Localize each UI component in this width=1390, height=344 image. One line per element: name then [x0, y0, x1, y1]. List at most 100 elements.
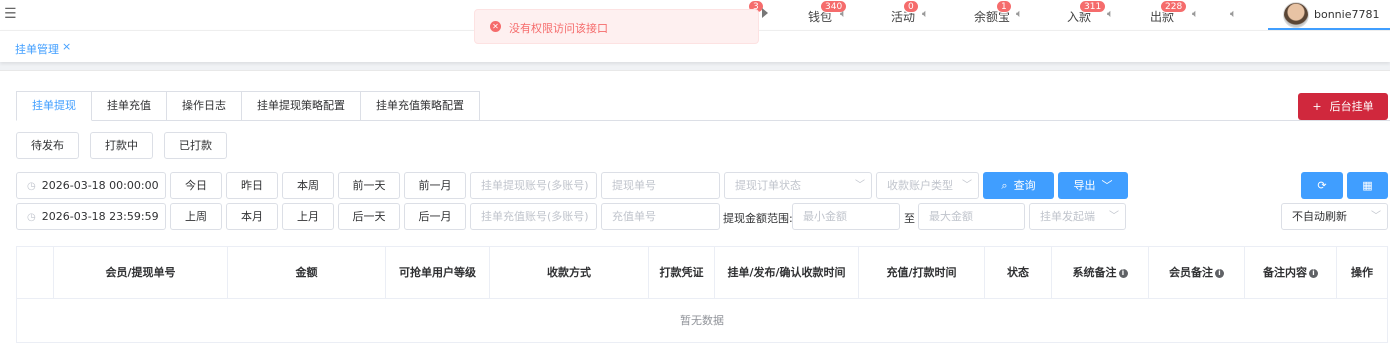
end-time-value: 2026-03-18 23:59:59 [41, 210, 159, 223]
start-time-value: 2026-03-18 00:00:00 [41, 179, 159, 192]
quick-last-week-button[interactable]: 上周 [170, 203, 222, 230]
auto-refresh-select[interactable]: 不自动刷新 ﹀ [1281, 203, 1388, 230]
tab-recharge[interactable]: 挂单充值 [92, 91, 167, 121]
table-header: 会员/提现单号 金额 可抢单用户等级 收款方式 打款凭证 挂单/发布/确认收款时… [17, 247, 1387, 299]
column-system-note: 系统备注 i [1052, 247, 1149, 299]
export-label: 导出 [1073, 179, 1096, 192]
column-note-content: 备注内容 i [1245, 247, 1337, 299]
grid-view-button[interactable]: ▦ [1347, 172, 1388, 199]
page-tab-guadan[interactable]: 挂单管理 [15, 41, 59, 57]
quick-prev-month-button[interactable]: 前一月 [404, 172, 466, 199]
column-select[interactable] [17, 247, 54, 299]
order-status-select[interactable]: 提现订单状态 ﹀ [724, 172, 872, 199]
tab-withdraw-strategy[interactable]: 挂单提现策略配置 [242, 91, 361, 121]
column-label: 金额 [295, 266, 318, 279]
quick-next-month-button[interactable]: 后一月 [404, 203, 466, 230]
column-label: 会员/提现单号 [105, 266, 176, 279]
origin-select[interactable]: 挂单发起端 ﹀ [1029, 203, 1126, 230]
column-amount: 金额 [228, 247, 386, 299]
search-button[interactable]: ⌕ 查询 [983, 172, 1054, 199]
add-order-label: 后台挂单 [1329, 100, 1374, 113]
account-type-placeholder: 收款账户类型 [887, 179, 953, 192]
clock-icon: ◷ [27, 181, 36, 192]
avatar[interactable] [1283, 2, 1309, 28]
quick-yesterday-button[interactable]: 昨日 [226, 172, 278, 199]
mute-icon[interactable]: 🔈︎ [1016, 7, 1032, 21]
notification-deposit[interactable]: 入款 311 🔈︎ [1067, 0, 1127, 24]
column-payment-method: 收款方式 [490, 247, 649, 299]
tab-bar: 挂单提现 挂单充值 操作日志 挂单提现策略配置 挂单充值策略配置 [16, 91, 480, 121]
column-status: 状态 [985, 247, 1052, 299]
close-icon[interactable]: × [62, 40, 71, 53]
quick-last-month-button[interactable]: 上月 [282, 203, 334, 230]
quick-next-day-button[interactable]: 后一天 [338, 203, 400, 230]
refresh-button[interactable]: ⟳ [1301, 172, 1343, 199]
column-label: 打款凭证 [659, 266, 704, 279]
column-label: 状态 [1007, 266, 1029, 279]
notification-badge: 311 [1079, 0, 1107, 13]
mute-icon[interactable]: 🔈︎ [840, 7, 856, 21]
quick-this-week-button[interactable]: 本周 [282, 172, 334, 199]
account-type-select[interactable]: 收款账户类型 ﹀ [876, 172, 979, 199]
column-label: 系统备注 [1072, 266, 1117, 279]
mute-icon[interactable]: 🔈︎ [1192, 7, 1208, 21]
column-member-order: 会员/提现单号 [54, 247, 228, 299]
quick-this-month-button[interactable]: 本月 [226, 203, 278, 230]
withdraw-no-input[interactable]: 提现单号 [601, 172, 720, 199]
refresh-icon: ⟳ [1317, 179, 1327, 192]
empty-state: 暂无数据 [680, 314, 724, 327]
column-label: 挂单/发布/确认收款时间 [727, 266, 846, 279]
column-label: 充值/打款时间 [886, 266, 957, 279]
column-label: 备注内容 [1263, 266, 1307, 279]
status-paid-button[interactable]: 已打款 [164, 132, 227, 159]
tab-divider [465, 120, 1390, 121]
add-order-button[interactable]: + 后台挂单 [1298, 93, 1388, 120]
column-label: 可抢单用户等级 [399, 266, 476, 279]
amount-range-label: 提现金额范围: [723, 212, 793, 225]
max-amount-input[interactable]: 最大金额 [918, 203, 1025, 230]
info-icon[interactable]: i [1309, 269, 1318, 278]
column-order-times: 挂单/发布/确认收款时间 [715, 247, 859, 299]
notification-withdraw[interactable]: 出款 228 🔈︎ [1150, 0, 1210, 24]
status-pending-button[interactable]: 待发布 [16, 132, 79, 159]
info-icon[interactable]: i [1118, 269, 1128, 278]
chevron-down-icon: ﹀ [1109, 211, 1119, 222]
export-button[interactable]: 导出 ﹀ [1058, 172, 1128, 199]
notification-wallet[interactable]: 钱包 340 🔈︎ [808, 0, 858, 24]
column-user-level: 可抢单用户等级 [386, 247, 490, 299]
end-time-input[interactable]: ◷ 2026-03-18 23:59:59 [16, 203, 166, 230]
column-recharge-time: 充值/打款时间 [859, 247, 985, 299]
close-circle-icon: ✕ [490, 21, 501, 32]
chevron-down-icon: ﹀ [1371, 211, 1381, 222]
tab-operation-log[interactable]: 操作日志 [167, 91, 242, 121]
withdraw-account-input[interactable]: 挂单提现账号(多账号) [470, 172, 597, 199]
recharge-no-input[interactable]: 充值单号 [601, 203, 720, 230]
tab-recharge-strategy[interactable]: 挂单充值策略配置 [361, 91, 480, 121]
notification-extra[interactable]: 🔈︎ [1230, 6, 1250, 24]
play-icon[interactable] [762, 8, 768, 18]
chevron-down-icon: ﹀ [855, 180, 865, 191]
quick-today-button[interactable]: 今日 [170, 172, 222, 199]
notification-yuebao[interactable]: 余额宝 1 🔈︎ [974, 0, 1034, 24]
info-icon[interactable]: i [1215, 269, 1224, 278]
plus-icon: + [1312, 100, 1322, 113]
tab-withdraw[interactable]: 挂单提现 [16, 91, 92, 121]
data-table: 会员/提现单号 金额 可抢单用户等级 收款方式 打款凭证 挂单/发布/确认收款时… [16, 246, 1388, 343]
column-payment-proof: 打款凭证 [649, 247, 715, 299]
order-status-placeholder: 提现订单状态 [735, 179, 801, 192]
menu-icon[interactable]: ☰ [4, 6, 17, 22]
origin-placeholder: 挂单发起端 [1040, 210, 1095, 223]
notification-activity[interactable]: 活动 0 🔈︎ [891, 0, 941, 24]
column-label: 会员备注 [1169, 266, 1213, 279]
recharge-account-input[interactable]: 挂单充值账号(多账号) [470, 203, 597, 230]
mute-icon[interactable]: 🔈︎ [1230, 7, 1246, 21]
status-paying-button[interactable]: 打款中 [90, 132, 153, 159]
user-menu[interactable]: bonnie7781 [1268, 0, 1390, 30]
main-card: 挂单提现 挂单充值 操作日志 挂单提现策略配置 挂单充值策略配置 + 后台挂单 待… [0, 70, 1390, 344]
min-amount-input[interactable]: 最小金额 [792, 203, 900, 230]
quick-prev-day-button[interactable]: 前一天 [338, 172, 400, 199]
clock-icon: ◷ [27, 212, 36, 223]
start-time-input[interactable]: ◷ 2026-03-18 00:00:00 [16, 172, 166, 199]
mute-icon[interactable]: 🔈︎ [922, 7, 938, 21]
mute-icon[interactable]: 🔈︎ [1107, 7, 1123, 21]
